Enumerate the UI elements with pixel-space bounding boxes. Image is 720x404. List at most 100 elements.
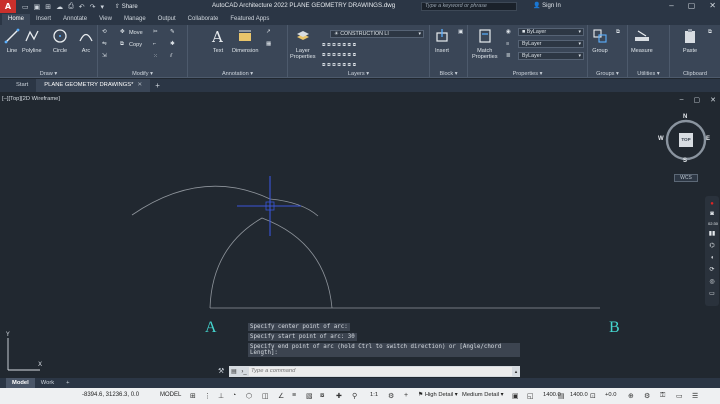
explode-icon[interactable]: ✱ [170, 41, 175, 47]
redo-icon[interactable]: ↷ [90, 3, 96, 11]
rotate-icon[interactable]: ⟲ [102, 29, 107, 35]
high-detail-dropdown[interactable]: ⚑ High Detail ▾ [418, 392, 458, 398]
command-search-icon[interactable]: ›_ [239, 369, 249, 375]
match-properties-button[interactable]: Match Properties [472, 28, 498, 60]
isodraft-icon[interactable]: ⬡ [246, 392, 252, 400]
viewport-controls-label[interactable]: [–][Top][2D Wireframe] [2, 96, 60, 102]
elevation-icon[interactable]: ⊡ [590, 392, 596, 400]
maximize-icon[interactable]: ▢ [688, 1, 696, 10]
compass-east[interactable]: E [706, 136, 710, 142]
print-icon[interactable]: ⎙ [68, 3, 74, 11]
model-space-toggle[interactable]: MODEL [160, 392, 181, 398]
measure-button[interactable]: Measure [631, 28, 653, 54]
clean-screen-icon[interactable]: ▭ [676, 392, 683, 400]
new-layout-icon[interactable]: + [60, 378, 75, 388]
refresh-icon[interactable]: ⟳ [708, 266, 716, 274]
tab-drawing[interactable]: PLANE GEOMETRY DRAWINGS* ✕ [36, 79, 151, 92]
snap-icon[interactable]: ⋮ [204, 392, 211, 400]
group-button[interactable]: Group [592, 28, 608, 54]
chevron-up-icon[interactable]: ▴ [512, 369, 520, 375]
compass-west[interactable]: W [658, 136, 664, 142]
sign-in-button[interactable]: 👤 Sign In [533, 2, 561, 9]
level-icon[interactable]: ▤ [558, 392, 565, 400]
polar-icon[interactable]: ◔ [232, 392, 236, 399]
search-input[interactable]: Type a keyword or phrase [421, 2, 517, 11]
record-icon[interactable]: ● [708, 200, 716, 208]
settings-icon[interactable]: ⚙ [644, 392, 650, 400]
tab-output[interactable]: Output [152, 14, 182, 25]
medium-detail-dropdown[interactable]: Medium Detail ▾ [462, 392, 504, 398]
new-tab-icon[interactable]: + [150, 81, 165, 90]
camera-icon[interactable]: ◙ [708, 210, 716, 218]
plus-icon[interactable]: + [404, 392, 408, 399]
save-icon[interactable]: ▣ [34, 3, 41, 11]
block-group-label[interactable]: Block ▾ [430, 71, 467, 77]
selection-cycling-icon[interactable]: ⧇ [320, 392, 324, 400]
tab-annotate[interactable]: Annotate [57, 14, 93, 25]
block-more-icon[interactable]: ▣ [458, 29, 463, 35]
open-folder-icon[interactable]: ▭ [22, 3, 29, 11]
status-value-2[interactable]: 1400.0 [570, 392, 588, 398]
share-button[interactable]: ⇧ Share [115, 3, 138, 10]
annotation-visibility-icon[interactable]: ⚲ [352, 392, 357, 400]
window-icon[interactable]: ▭ [708, 290, 716, 298]
lock-icon[interactable]: ⚿ [660, 392, 665, 400]
line-button[interactable]: Line [4, 28, 20, 54]
paste-button[interactable]: Paste [682, 28, 698, 54]
array-icon[interactable]: ⁙ [153, 53, 158, 59]
copy-clip-icon[interactable]: ⧉ [708, 29, 712, 36]
isolate-objects-icon[interactable]: ◱ [527, 392, 534, 400]
wrench-icon[interactable]: ⚒ [218, 367, 224, 375]
utilities-group-label[interactable]: Utilities ▾ [628, 71, 669, 77]
layer-properties-button[interactable]: Layer Properties [290, 28, 316, 60]
transparency-icon[interactable]: ▧ [306, 392, 313, 400]
leader-icon[interactable]: ↗ [266, 29, 271, 35]
lineweight-display-icon[interactable]: ≡ [292, 392, 296, 399]
mirror-icon[interactable]: ⇋ [102, 41, 107, 47]
copy-button[interactable]: ⧉ Copy [120, 41, 142, 48]
circle-button[interactable]: Circle [52, 28, 68, 54]
insert-button[interactable]: Insert [434, 28, 450, 54]
stretch-icon[interactable]: ⇲ [102, 53, 107, 59]
cloud-save-icon[interactable]: ☁ [56, 3, 63, 11]
hardware-acceleration-icon[interactable]: ▣ [512, 392, 519, 400]
layer-tools-row-1[interactable]: ⧈ ⧈ ⧈ ⧈ ⧈ ⧈ ⧈ [322, 42, 356, 49]
lineweight-dropdown[interactable]: ByLayer ▾ [518, 52, 584, 60]
undo-icon[interactable]: ↶ [79, 3, 85, 11]
volume-icon[interactable]: ◖ [708, 254, 716, 262]
tab-collaborate[interactable]: Collaborate [182, 14, 225, 25]
grid-icon[interactable]: ⊞ [190, 392, 196, 400]
tab-featured-apps[interactable]: Featured Apps [224, 14, 275, 25]
annotation-group-label[interactable]: Annotation ▾ [188, 71, 287, 77]
command-input[interactable] [249, 367, 512, 376]
color-dropdown[interactable]: ■ ByLayer ▾ [518, 28, 584, 36]
wcs-menu[interactable]: WCS [674, 174, 698, 182]
viewcube-top-face[interactable]: TOP [679, 133, 693, 147]
object-snap-icon[interactable]: ◫ [262, 392, 269, 400]
layer-tools-row-2[interactable]: ⧈ ⧈ ⧈ ⧈ ⧈ ⧈ ⧈ [322, 52, 356, 59]
color-wheel-icon[interactable]: ◉ [506, 29, 511, 35]
autocad-logo[interactable]: A [0, 0, 16, 13]
gizmo-icon[interactable]: ✚ [336, 392, 342, 400]
workspace-icon[interactable]: ⊕ [628, 392, 634, 400]
layer-dropdown[interactable]: ☀ CONSTRUCTION LI ▾ [330, 30, 424, 38]
compass-south[interactable]: S [683, 158, 687, 164]
offset-icon[interactable]: ⫽ [170, 53, 173, 60]
linetype-dropdown[interactable]: ByLayer ▾ [518, 40, 584, 48]
command-customize-icon[interactable]: ▤ [229, 368, 239, 375]
microphone-icon[interactable]: ⌬ [708, 242, 716, 250]
annotation-scale[interactable]: 1:1 [370, 392, 378, 398]
gear-icon[interactable]: ⚙ [388, 392, 394, 400]
polyline-button[interactable]: Polyline [22, 28, 42, 54]
compass-north[interactable]: N [683, 114, 687, 120]
fillet-icon[interactable]: ⌐ [153, 41, 156, 47]
save-as-icon[interactable]: ⊞ [45, 3, 51, 11]
layer-tools-row-3[interactable]: ⧈ ⧈ ⧈ ⧈ ⧈ ⧈ ⧈ [322, 62, 356, 69]
close-tab-icon[interactable]: ✕ [137, 82, 142, 88]
tab-manage[interactable]: Manage [118, 14, 152, 25]
draw-group-label[interactable]: Draw ▾ [0, 71, 97, 77]
tab-view[interactable]: View [93, 14, 118, 25]
ortho-icon[interactable]: ⊥ [218, 392, 224, 400]
object-snap-tracking-icon[interactable]: ∠ [278, 392, 284, 400]
text-button[interactable]: A Text [210, 28, 226, 54]
